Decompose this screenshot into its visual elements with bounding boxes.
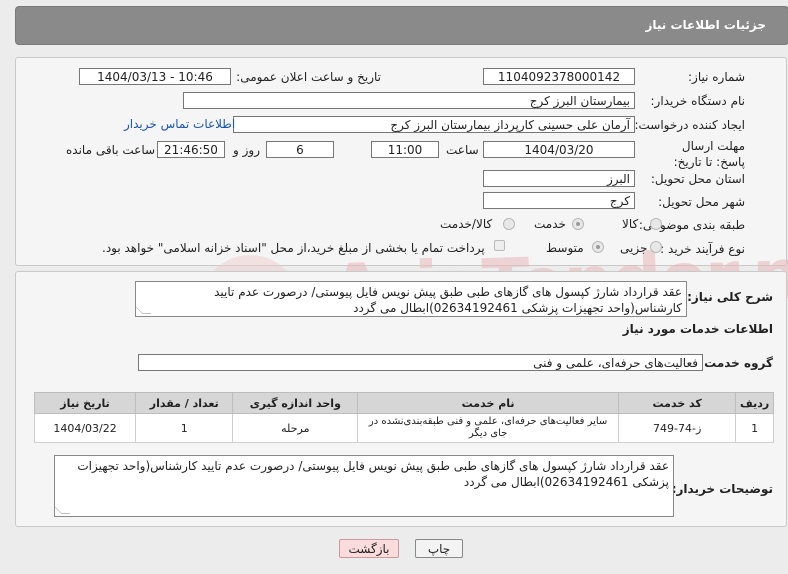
summary-textarea: عقد قرارداد شارژ کپسول های گازهای طبی طب… <box>135 281 687 317</box>
page-title: جزئیات اطلاعات نیاز <box>645 18 766 32</box>
col-date: تاریخ نیاز <box>33 392 137 414</box>
resize-grip[interactable] <box>55 505 71 514</box>
page-header: جزئیات اطلاعات نیاز <box>15 6 788 45</box>
need-number-field: 1104092378000142 <box>483 68 635 85</box>
cell-unit: مرحله <box>232 413 359 443</box>
col-row: ردیف <box>735 392 774 414</box>
remaining-time-field: 21:46:50 <box>157 141 225 158</box>
table-row: 1 ز-74-749 سایر فعالیت‌های حرفه‌ای، علمی… <box>33 413 774 443</box>
city-field: کرج <box>483 192 635 209</box>
table-header-row: ردیف کد خدمت نام خدمت واحد اندازه گیری ت… <box>33 392 774 414</box>
category-both-radio[interactable] <box>503 218 515 230</box>
buyer-notes-textarea: عقد قرارداد شارژ کپسول های گازهای طبی طب… <box>54 455 674 517</box>
cell-qty: 1 <box>135 413 234 443</box>
creator-field: آرمان علی حسینی کارپرداز بیمارستان البرز… <box>233 116 635 133</box>
buyer-notes-label: توضیحات خریدار: <box>671 482 773 496</box>
col-name: نام خدمت <box>357 392 619 414</box>
deadline-date-field: 1404/03/20 <box>483 141 635 158</box>
buyer-notes-text: عقد قرارداد شارژ کپسول های گازهای طبی طب… <box>77 459 669 489</box>
payment-note: پرداخت تمام یا بخشی از مبلغ خرید،از محل … <box>102 241 485 255</box>
process-medium-radio[interactable] <box>592 241 604 253</box>
col-unit: واحد اندازه گیری <box>232 392 359 414</box>
days-label: روز و <box>233 143 260 157</box>
deadline-time-label: ساعت <box>446 143 479 157</box>
cell-code: ز-74-749 <box>617 413 737 443</box>
province-label: استان محل تحویل: <box>650 172 745 186</box>
category-goods-radio[interactable] <box>650 218 662 230</box>
announce-label: تاریخ و ساعت اعلان عمومی: <box>236 70 381 84</box>
process-minor-label: جزیی <box>620 241 648 255</box>
announce-field: 1404/03/13 - 10:46 <box>79 68 231 85</box>
process-minor-radio[interactable] <box>650 241 662 253</box>
services-section-title: اطلاعات خدمات مورد نیاز <box>622 322 773 336</box>
cell-date: 1404/03/22 <box>33 413 137 443</box>
buyer-org-label: نام دستگاه خریدار: <box>650 94 746 108</box>
service-group-field: فعالیت‌های حرفه‌ای، علمی و فنی <box>138 354 703 371</box>
deadline-time-field: 11:00 <box>371 141 439 158</box>
summary-text: عقد قرارداد شارژ کپسول های گازهای طبی طب… <box>214 285 682 315</box>
contact-info-link[interactable]: اطلاعات تماس خریدار <box>124 117 235 131</box>
need-number-label: شماره نیاز: <box>688 70 745 84</box>
summary-label: شرح کلی نیاز: <box>687 290 773 304</box>
print-button[interactable]: چاپ <box>415 539 463 558</box>
process-medium-label: متوسط <box>546 241 584 255</box>
days-field: 6 <box>266 141 334 158</box>
category-both-label: کالا/خدمت <box>440 217 493 231</box>
resize-grip[interactable] <box>136 305 152 314</box>
remaining-label: ساعت باقی مانده <box>66 143 156 157</box>
buyer-org-field: بیمارستان البرز کرج <box>183 92 635 109</box>
service-group-label: گروه خدمت: <box>699 356 773 370</box>
col-qty: تعداد / مقدار <box>135 392 234 414</box>
services-table: ردیف کد خدمت نام خدمت واحد اندازه گیری ت… <box>33 392 774 443</box>
province-field: البرز <box>483 170 635 187</box>
deadline-label: مهلت ارسال پاسخ: تا تاریخ: <box>673 139 745 169</box>
process-label: نوع فرآیند خرید : <box>660 242 745 256</box>
cell-name: سایر فعالیت‌های حرفه‌ای، علمی و فنی طبقه… <box>357 413 619 443</box>
city-label: شهر محل تحویل: <box>658 195 745 209</box>
category-goods-label: کالا <box>622 217 639 231</box>
back-button[interactable]: بازگشت <box>339 539 399 558</box>
category-service-label: خدمت <box>534 217 566 231</box>
col-code: کد خدمت <box>617 392 737 414</box>
category-service-radio[interactable] <box>572 218 584 230</box>
creator-label: ایجاد کننده درخواست: <box>634 118 745 132</box>
cell-row: 1 <box>735 413 774 443</box>
treasury-checkbox[interactable] <box>494 240 505 251</box>
